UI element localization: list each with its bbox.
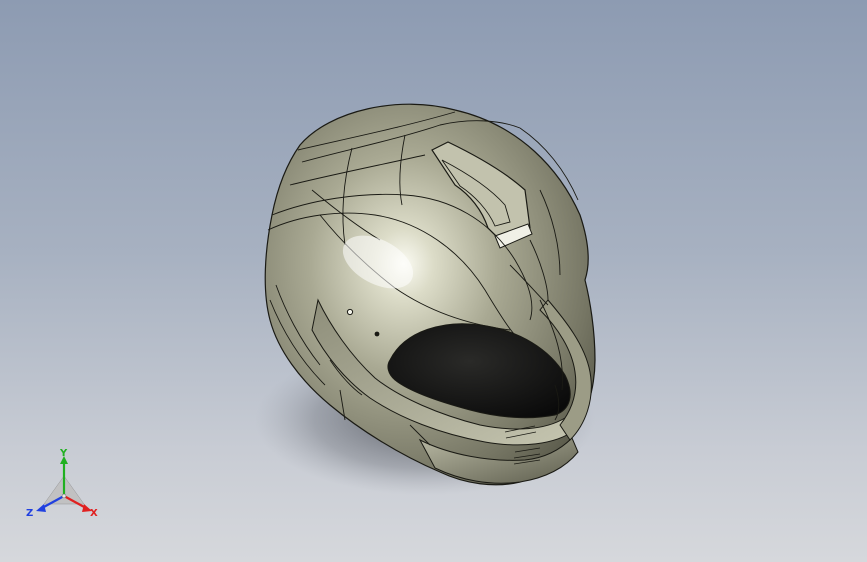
helmet-model[interactable] (0, 0, 867, 562)
x-axis-label: X (90, 508, 98, 519)
z-axis-arrow-icon (36, 504, 46, 512)
orientation-triad[interactable]: Y X Z (24, 448, 104, 524)
screw-hole (346, 308, 354, 316)
screw-hole (374, 331, 380, 337)
graphics-viewport[interactable]: Y X Z (0, 0, 867, 562)
triad-origin (61, 493, 67, 499)
z-axis-label: Z (26, 508, 33, 519)
y-axis-label: Y (59, 448, 68, 459)
